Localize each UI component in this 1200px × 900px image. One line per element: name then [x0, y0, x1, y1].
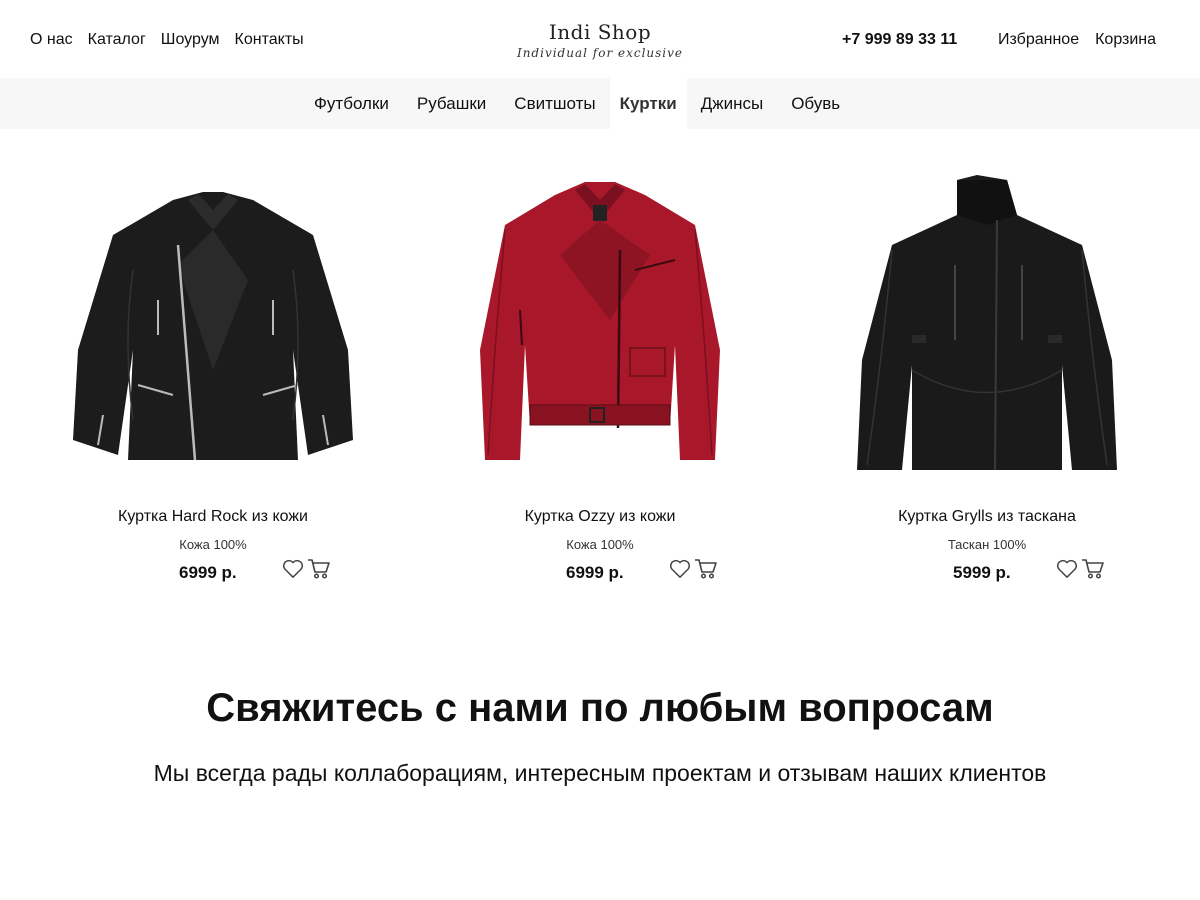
product-material: Кожа 100%	[179, 537, 247, 552]
cart-icon[interactable]	[307, 558, 331, 580]
product-card: Куртка Hard Rock из кожи Кожа 100% 6999 …	[13, 170, 413, 582]
header-nav-right: Избранное Корзина	[998, 31, 1156, 49]
product-card: Куртка Grylls из таскана Таскан 100% 599…	[787, 170, 1187, 582]
phone-number[interactable]: +7 999 89 33 11	[842, 31, 957, 49]
heart-icon[interactable]	[1056, 559, 1078, 579]
favorites-link[interactable]: Избранное	[998, 31, 1079, 49]
product-name[interactable]: Куртка Grylls из таскана	[787, 508, 1187, 526]
cart-icon[interactable]	[1081, 558, 1105, 580]
product-price: 5999 р.	[953, 563, 1011, 582]
category-shirts[interactable]: Рубашки	[403, 78, 500, 129]
category-jeans[interactable]: Джинсы	[687, 78, 778, 129]
black-outdoor-jacket-image	[857, 175, 1117, 471]
heart-icon[interactable]	[669, 559, 691, 579]
cart-link[interactable]: Корзина	[1095, 31, 1156, 49]
category-jackets[interactable]: Куртки	[609, 78, 687, 129]
category-bar: Футболки Рубашки Свитшоты Куртки Джинсы …	[0, 78, 1200, 129]
site-header: О нас Каталог Шоурум Контакты Indi Shop …	[0, 0, 1200, 78]
product-card: Куртка Ozzy из кожи Кожа 100% 6999 р.	[400, 170, 800, 582]
category-sweatshirts[interactable]: Свитшоты	[500, 78, 609, 129]
product-name[interactable]: Куртка Ozzy из кожи	[400, 508, 800, 526]
product-name[interactable]: Куртка Hard Rock из кожи	[13, 508, 413, 526]
product-price: 6999 р.	[566, 563, 624, 582]
product-image-black-outdoor-jacket[interactable]	[787, 170, 1187, 480]
contact-title: Свяжитесь с нами по любым вопросам	[206, 686, 994, 730]
contact-subtitle: Мы всегда рады коллаборациям, интересным…	[153, 760, 1047, 786]
category-tshirts[interactable]: Футболки	[300, 78, 403, 129]
red-leather-jacket-image	[480, 182, 720, 460]
product-material: Кожа 100%	[566, 537, 634, 552]
category-tabs: Футболки Рубашки Свитшоты Куртки Джинсы …	[300, 78, 854, 129]
black-leather-jacket-image	[73, 192, 353, 461]
cart-icon[interactable]	[694, 558, 718, 580]
product-image-red-leather-jacket[interactable]	[400, 170, 800, 480]
category-shoes[interactable]: Обувь	[777, 78, 854, 129]
product-material: Таскан 100%	[947, 537, 1027, 552]
heart-icon[interactable]	[282, 559, 304, 579]
product-price: 6999 р.	[179, 563, 237, 582]
product-image-black-leather-jacket[interactable]	[13, 170, 413, 480]
